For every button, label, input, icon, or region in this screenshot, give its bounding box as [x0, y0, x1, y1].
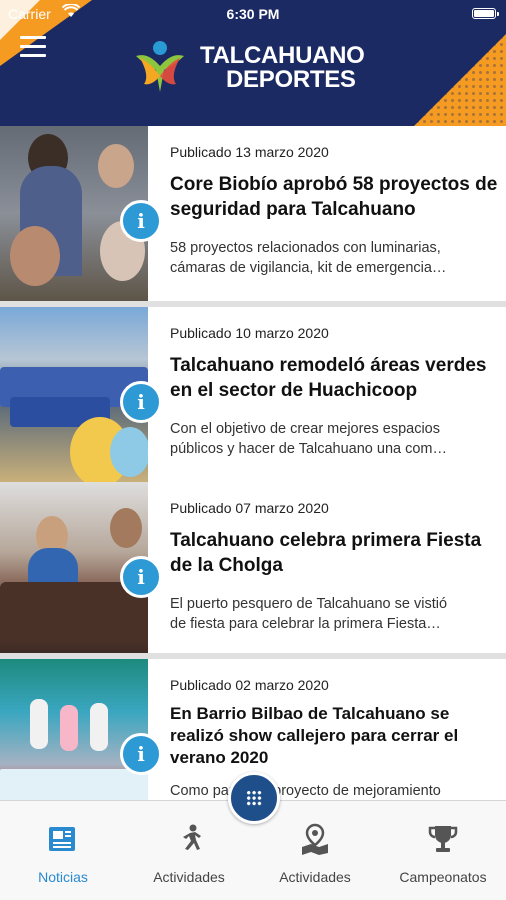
- logo-icon: [130, 36, 190, 96]
- tab-label: Actividades: [153, 869, 225, 885]
- news-title[interactable]: Core Biobío aprobó 58 proyectos de segur…: [170, 172, 500, 222]
- excerpt-line: Con el objetivo de crear mejores espacio…: [170, 421, 440, 437]
- publish-date: Publicado 07 marzo 2020: [170, 500, 329, 516]
- publish-date: Publicado 10 marzo 2020: [170, 325, 329, 341]
- brand-title: TALCAHUANO DEPORTES: [200, 44, 365, 92]
- tab-label: Campeonatos: [399, 869, 487, 885]
- tab-noticias[interactable]: Noticias: [0, 801, 126, 900]
- excerpt-line: cámaras de vigilancia, kit de emergencia…: [170, 260, 447, 276]
- news-text: Publicado 10 marzo 2020 Talcahuano remod…: [170, 307, 500, 459]
- news-text: Publicado 07 marzo 2020 Talcahuano celeb…: [170, 482, 500, 634]
- news-title[interactable]: Talcahuano celebra primera Fiesta de la …: [170, 528, 500, 578]
- hamburger-menu-icon[interactable]: [20, 36, 46, 58]
- grid-icon: [246, 790, 262, 806]
- news-feed[interactable]: i Publicado 13 marzo 2020 Core Biobío ap…: [0, 126, 506, 800]
- excerpt-line: El puerto pesquero de Talcahuano se vist…: [170, 596, 448, 612]
- news-card[interactable]: i Publicado 07 marzo 2020 Talcahuano cel…: [0, 482, 506, 657]
- publish-date: Publicado 13 marzo 2020: [170, 144, 329, 160]
- news-photo: [0, 659, 148, 800]
- news-text: Publicado 13 marzo 2020 Core Biobío apro…: [170, 126, 500, 278]
- info-icon[interactable]: i: [120, 200, 162, 242]
- news-card[interactable]: i Publicado 10 marzo 2020 Talcahuano rem…: [0, 307, 506, 482]
- excerpt-line: 58 proyectos relacionados con luminarias…: [170, 240, 441, 256]
- map-pin-icon: [299, 823, 331, 855]
- status-bar: Carrier 6:30 PM: [0, 3, 506, 24]
- excerpt-line: públicos y hacer de Talcahuano una com…: [170, 441, 448, 457]
- tab-actividades-deporte[interactable]: Actividades: [126, 801, 252, 900]
- news-card[interactable]: i Publicado 13 marzo 2020 Core Biobío ap…: [0, 126, 506, 301]
- brand-line-1: TALCAHUANO: [200, 42, 365, 69]
- info-icon[interactable]: i: [120, 733, 162, 775]
- trophy-icon: [427, 823, 459, 855]
- publish-date: Publicado 02 marzo 2020: [170, 677, 329, 693]
- info-icon[interactable]: i: [120, 381, 162, 423]
- clock: 6:30 PM: [226, 6, 280, 22]
- runner-icon: [173, 823, 205, 855]
- news-excerpt: El puerto pesquero de Talcahuano se vist…: [170, 594, 500, 634]
- news-excerpt: 58 proyectos relacionados con luminarias…: [170, 238, 500, 278]
- app-header: Carrier 6:30 PM TALCAHUANO DEPORTES: [0, 0, 506, 126]
- excerpt-line: Como parte del proyecto de mejoramiento: [170, 783, 441, 799]
- news-excerpt: Con el objetivo de crear mejores espacio…: [170, 419, 500, 459]
- excerpt-line: de fiesta para celebrar la primera Fiest…: [170, 616, 441, 632]
- info-icon[interactable]: i: [120, 556, 162, 598]
- tab-campeonatos[interactable]: Campeonatos: [380, 801, 506, 900]
- brand-line-2: DEPORTES: [226, 66, 356, 93]
- tab-label: Actividades: [279, 869, 351, 885]
- tab-label: Noticias: [38, 869, 88, 885]
- news-title[interactable]: Talcahuano remodeló áreas verdes en el s…: [170, 353, 500, 403]
- news-title[interactable]: En Barrio Bilbao de Talcahuano se realiz…: [170, 703, 500, 769]
- newspaper-icon: [47, 823, 79, 855]
- grid-menu-button[interactable]: [228, 772, 280, 824]
- news-excerpt: Como parte del proyecto de mejoramiento: [170, 781, 500, 800]
- battery-icon: [472, 8, 499, 19]
- news-text: Publicado 02 marzo 2020 En Barrio Bilbao…: [170, 659, 500, 800]
